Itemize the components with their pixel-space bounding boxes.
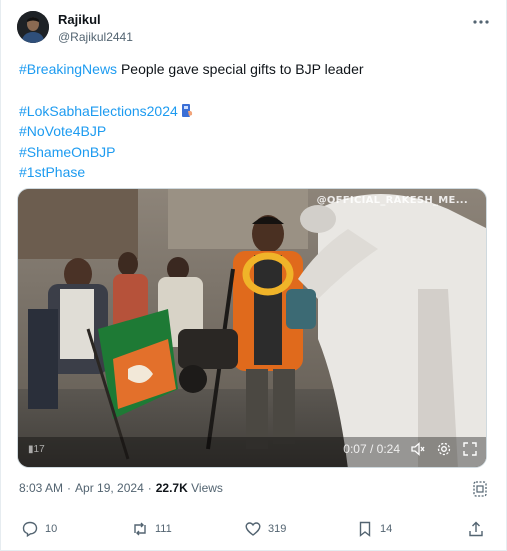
- hashtag-link[interactable]: #NoVote4BJP: [19, 123, 106, 139]
- repost-count: 111: [155, 523, 172, 535]
- avatar[interactable]: [17, 11, 49, 43]
- view-analytics-icon[interactable]: [471, 480, 489, 498]
- tweet-date[interactable]: Apr 19, 2024: [75, 481, 144, 495]
- tweet-time[interactable]: 8:03 AM: [19, 481, 63, 495]
- video-controls: 0:07 / 0:24: [343, 441, 478, 457]
- tweet-body-text: People gave special gifts to BJP leader: [117, 61, 364, 77]
- tweet-meta: 8:03 AM · Apr 19, 2024 · 22.7K Views: [19, 481, 223, 495]
- display-name[interactable]: Rajikul: [58, 12, 101, 27]
- bookmark-count: 14: [380, 523, 393, 535]
- tweet-card: Rajikul @Rajikul2441 #BreakingNews Peopl…: [0, 0, 507, 551]
- reply-count: 10: [45, 523, 58, 535]
- repost-button[interactable]: 111: [131, 520, 172, 538]
- user-handle[interactable]: @Rajikul2441: [58, 30, 133, 44]
- reply-button[interactable]: 10: [21, 520, 57, 538]
- video-time: 0:07 / 0:24: [343, 442, 400, 456]
- views-count: 22.7K: [155, 481, 188, 495]
- like-button[interactable]: 319: [244, 520, 286, 538]
- repost-icon: [134, 522, 146, 536]
- video-player[interactable]: @OFFICIAL_RAKESH_ME... ▮17 0:07 / 0:24: [17, 188, 487, 468]
- views-label: Views: [191, 481, 223, 495]
- share-button[interactable]: [467, 520, 485, 538]
- like-count: 319: [268, 523, 287, 535]
- share-icon: [469, 521, 483, 537]
- bookmark-button[interactable]: 14: [356, 520, 392, 538]
- action-bar: 10 111 319 14: [1, 520, 507, 544]
- hashtag-link[interactable]: #LokSabhaElections2024: [19, 103, 178, 119]
- reply-icon: [22, 521, 38, 538]
- more-options-icon[interactable]: [469, 12, 493, 32]
- hashtag-link[interactable]: #ShameOnBJP: [19, 144, 116, 160]
- settings-gear-icon[interactable]: [436, 441, 452, 457]
- heart-icon: [245, 522, 261, 536]
- hashtag-link[interactable]: #1stPhase: [19, 164, 85, 180]
- volume-icon[interactable]: [410, 441, 426, 457]
- fullscreen-icon[interactable]: [462, 441, 478, 457]
- tweet-text: #BreakingNews People gave special gifts …: [19, 59, 489, 183]
- video-watermark-left: ▮17: [28, 444, 45, 455]
- video-frame: [18, 189, 486, 467]
- video-watermark: @OFFICIAL_RAKESH_ME...: [316, 195, 468, 206]
- hashtag-link[interactable]: #BreakingNews: [19, 61, 117, 77]
- bookmark-icon: [359, 521, 371, 537]
- ballot-box-emoji-icon: [181, 103, 194, 118]
